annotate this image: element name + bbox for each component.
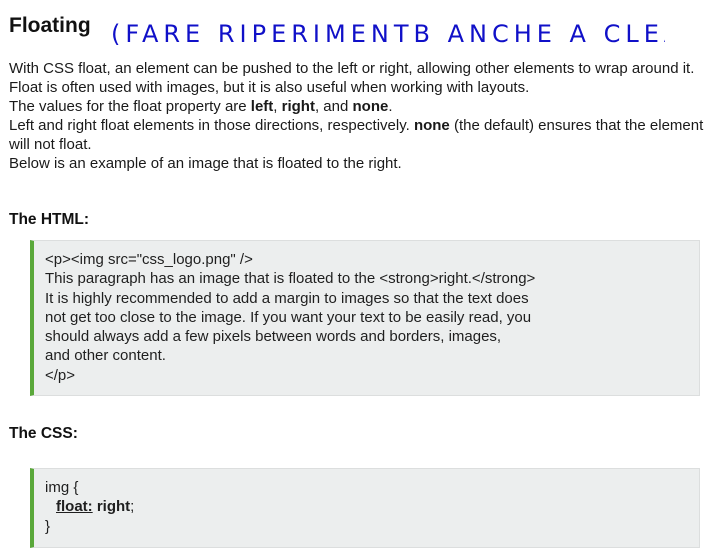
html-code-line: not get too close to the image. If you w… (45, 308, 532, 326)
css-code-block: img { float: right; } (30, 468, 700, 548)
intro-paragraph-3: The values for the float property are le… (9, 97, 709, 116)
html-code-line: and other content. (45, 347, 166, 365)
handwritten-note-text: (FARE RIPERIMENTB ANCHE A CLEAR) (111, 20, 665, 48)
html-code-line: should always add a few pixels between w… (45, 328, 502, 346)
intro-p3-sep1: , (273, 98, 282, 115)
title-row: Floating (FARE RIPERIMENTB ANCHE A CLEAR… (9, 4, 709, 60)
css-section-heading: The CSS: (9, 425, 78, 442)
css-property: float: (56, 498, 93, 516)
html-code-line: It is highly recommended to add a margin… (45, 289, 529, 307)
html-code-line: This paragraph has an image that is floa… (45, 270, 536, 288)
css-value: right (96, 498, 131, 516)
html-section-heading: The HTML: (9, 211, 90, 228)
intro-p3-suffix: . (388, 98, 393, 115)
intro-p4-prefix: Left and right float elements in those d… (9, 117, 414, 134)
value-left: left (250, 98, 274, 115)
intro-p3-sep2: , and (314, 98, 353, 115)
value-right: right (281, 98, 315, 115)
page-title: Floating (9, 14, 91, 37)
intro-paragraph-2: Float is often used with images, but it … (9, 79, 530, 96)
css-code-line: float: right; (45, 497, 687, 516)
intro-paragraph-1: With CSS float, an element can be pushed… (9, 60, 695, 77)
value-none: none (352, 98, 389, 115)
html-code-line: <p><img src="css_logo.png" /> (45, 251, 253, 268)
intro-paragraph-4: Left and right float elements in those d… (9, 116, 709, 154)
handwritten-note: (FARE RIPERIMENTB ANCHE A CLEAR) (111, 20, 665, 48)
css-code-line: img { (45, 479, 79, 496)
css-terminator: ; (130, 498, 135, 516)
intro-p3-prefix: The values for the float property are (9, 98, 251, 115)
html-code-line: </p> (45, 366, 76, 384)
intro-p4-bold: none (413, 117, 450, 134)
css-code-line: } (45, 517, 51, 535)
intro-text: With CSS float, an element can be pushed… (9, 59, 709, 173)
html-code-block: <p><img src="css_logo.png" /> This parag… (30, 240, 700, 396)
intro-paragraph-5: Below is an example of an image that is … (9, 155, 402, 172)
